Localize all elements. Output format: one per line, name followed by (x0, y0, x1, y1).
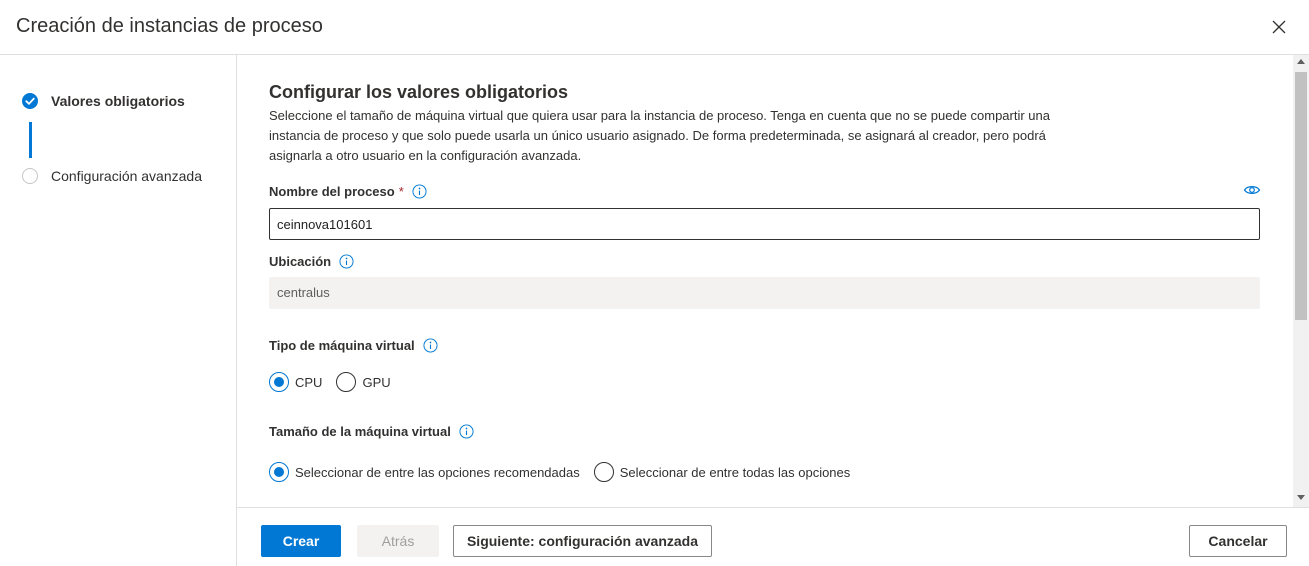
radio-label: Seleccionar de entre todas las opciones (619, 464, 851, 480)
checkmark-circle-icon (22, 93, 38, 109)
section-heading: Configurar los valores obligatorios (269, 82, 569, 102)
step-label: Configuración avanzada (51, 168, 202, 184)
step-label: Valores obligatorios (51, 93, 185, 109)
location-label: Ubicación (269, 254, 354, 269)
compute-name-label: Nombre del proceso * (269, 184, 427, 199)
back-button[interactable]: Atrás (357, 525, 439, 557)
next-advanced-settings-button[interactable]: Siguiente: configuración avanzada (453, 525, 712, 557)
vm-size-label-text: Tamaño de la máquina virtual (269, 424, 451, 439)
vm-type-label: Tipo de máquina virtual (269, 338, 438, 353)
vm-size-radio-group: Seleccionar de entre las opciones recome… (269, 462, 864, 482)
dialog-header: Creación de instancias de proceso (0, 0, 1309, 55)
cancel-button[interactable]: Cancelar (1189, 525, 1287, 557)
radio-button-checked[interactable] (269, 462, 289, 482)
scroll-up-arrow-icon[interactable] (1297, 59, 1305, 64)
create-button[interactable]: Crear (261, 525, 341, 557)
radio-gpu[interactable]: GPU (336, 372, 391, 392)
info-icon[interactable] (412, 184, 427, 199)
compute-name-label-text: Nombre del proceso (269, 184, 395, 199)
step-connector (29, 122, 32, 158)
eye-icon[interactable] (1243, 183, 1261, 197)
info-icon[interactable] (423, 338, 438, 353)
vm-type-label-text: Tipo de máquina virtual (269, 338, 415, 353)
empty-circle-icon (22, 168, 38, 184)
main-content: Configurar los valores obligatorios Sele… (238, 55, 1293, 507)
dialog-title: Creación de instancias de proceso (16, 15, 323, 37)
step-advanced-settings[interactable]: Configuración avanzada (22, 168, 202, 184)
section-description: Seleccione el tamaño de máquina virtual … (269, 108, 1050, 163)
compute-name-input[interactable] (269, 208, 1260, 240)
radio-button[interactable] (593, 462, 614, 482)
vm-type-radio-group: CPU GPU (269, 372, 405, 392)
radio-button[interactable] (336, 372, 357, 392)
close-icon[interactable] (1268, 16, 1290, 38)
required-asterisk: * (398, 184, 404, 199)
location-field: centralus (269, 277, 1260, 309)
scroll-down-arrow-icon[interactable] (1297, 495, 1305, 500)
radio-button-checked[interactable] (269, 372, 289, 392)
radio-recommended-options[interactable]: Seleccionar de entre las opciones recome… (269, 462, 580, 482)
radio-label: Seleccionar de entre las opciones recome… (295, 464, 580, 480)
scrollbar-thumb[interactable] (1295, 72, 1307, 320)
radio-all-options[interactable]: Seleccionar de entre todas las opciones (593, 462, 851, 482)
info-icon[interactable] (339, 254, 354, 269)
vm-size-label: Tamaño de la máquina virtual (269, 424, 474, 439)
location-label-text: Ubicación (269, 254, 332, 269)
step-navigation: Valores obligatorios Configuración avanz… (0, 55, 237, 566)
vertical-scrollbar[interactable] (1293, 55, 1309, 507)
radio-label: GPU (362, 374, 391, 390)
info-icon[interactable] (459, 424, 474, 439)
radio-cpu[interactable]: CPU (269, 372, 322, 392)
step-required-settings[interactable]: Valores obligatorios (22, 93, 185, 109)
radio-label: CPU (295, 374, 323, 390)
dialog-footer: Crear Atrás Siguiente: configuración ava… (237, 507, 1309, 566)
